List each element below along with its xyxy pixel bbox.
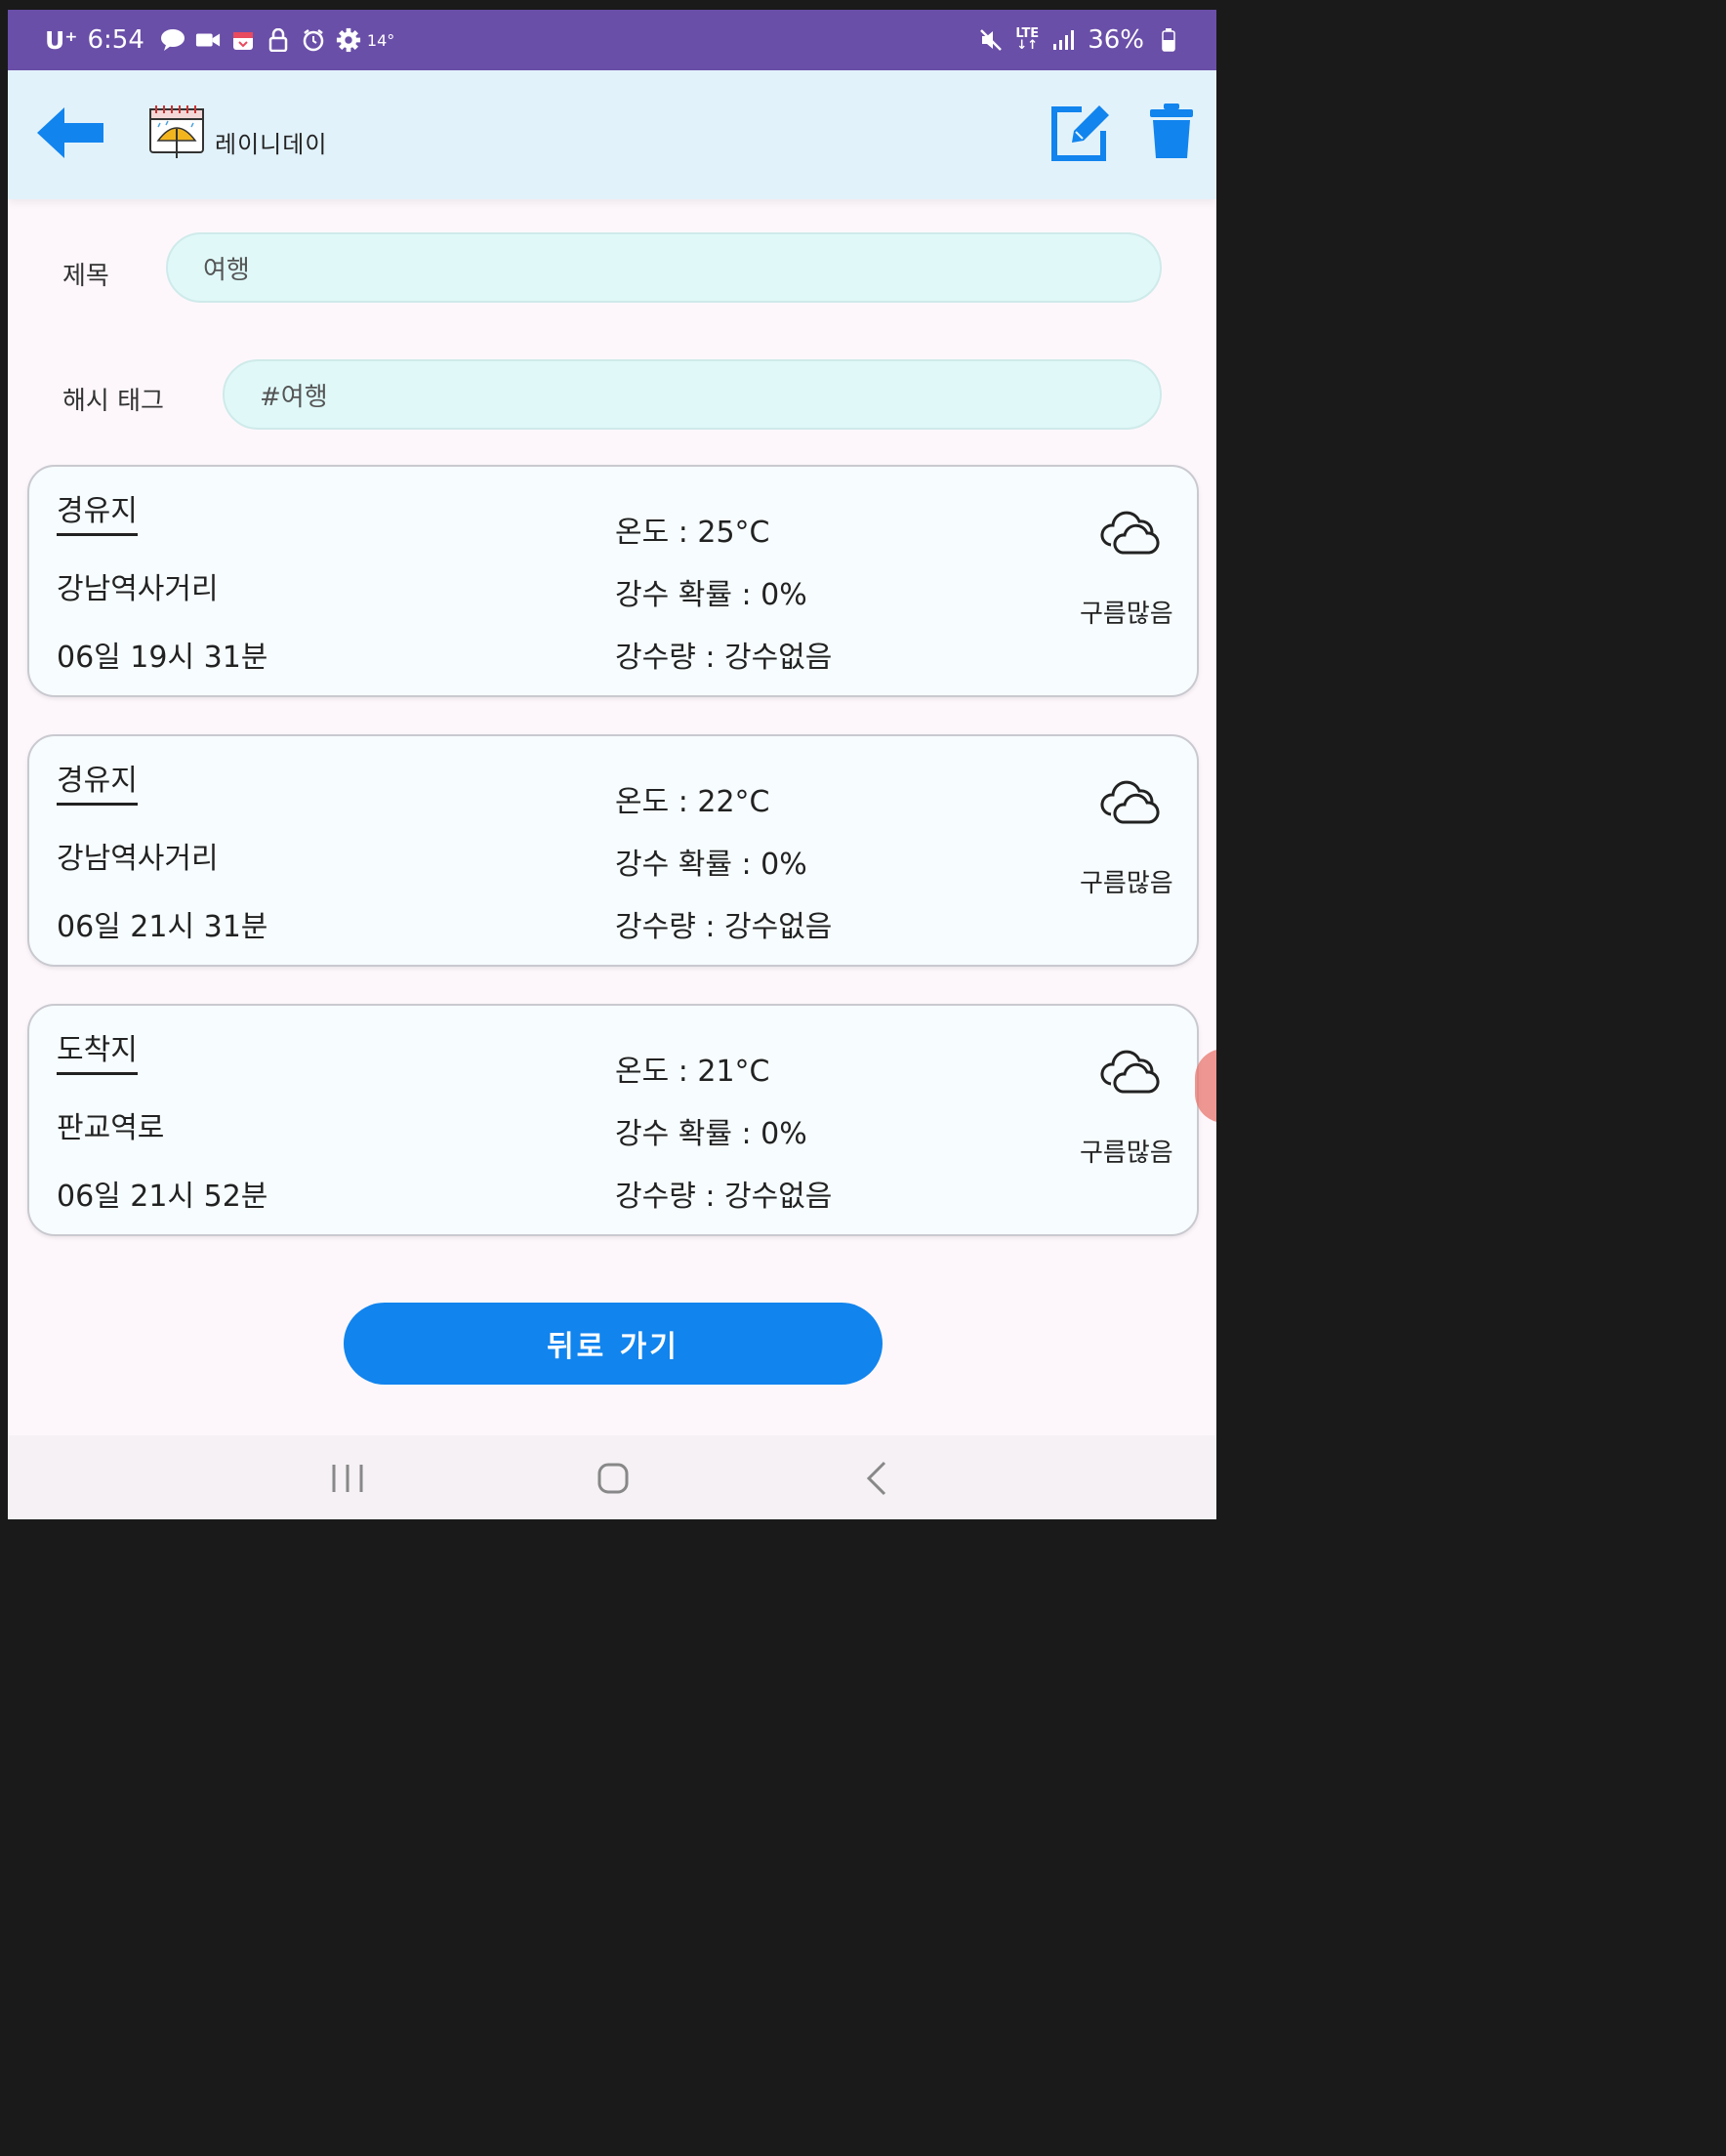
weather-temp: 14° bbox=[366, 30, 395, 50]
system-nav-bar bbox=[8, 1435, 1216, 1519]
cloud-icon bbox=[1100, 1050, 1160, 1094]
alarm-icon bbox=[301, 27, 326, 53]
edit-icon bbox=[1051, 105, 1109, 161]
cloud-icon bbox=[1100, 511, 1160, 555]
title-input[interactable]: 여행 bbox=[166, 232, 1162, 303]
temperature: 온도 : 22°C bbox=[615, 785, 770, 819]
lte-icon: LTE ↓↑ bbox=[1015, 26, 1040, 53]
signal-icon bbox=[1050, 27, 1076, 53]
arrival-time: 06일 21시 31분 bbox=[57, 910, 268, 944]
hashtag-input[interactable]: #여행 bbox=[223, 359, 1162, 430]
battery-icon bbox=[1156, 27, 1181, 53]
rainfall: 강수량 : 강수없음 bbox=[615, 641, 833, 675]
battery-percent: 36% bbox=[1088, 25, 1144, 55]
lock-icon bbox=[266, 27, 291, 53]
app-header: 레이니데이 bbox=[8, 70, 1216, 199]
rain-probability: 강수 확률 : 0% bbox=[615, 578, 807, 612]
stop-type: 경유지 bbox=[57, 486, 138, 536]
weather-condition: 구름많음 bbox=[1080, 869, 1173, 898]
cloud-icon bbox=[1100, 780, 1160, 824]
calendar-icon bbox=[230, 27, 256, 53]
back-arrow-button[interactable] bbox=[35, 104, 105, 162]
status-bar: U⁺ 6:54 14° LTE ↓↑ 36% bbox=[8, 10, 1216, 70]
go-back-button[interactable]: 뒤로 가기 bbox=[344, 1303, 883, 1385]
rainfall: 강수량 : 강수없음 bbox=[615, 1180, 833, 1214]
umbrella-calendar-logo bbox=[148, 105, 205, 160]
title-label: 제목 bbox=[62, 262, 109, 291]
back-arrow-icon bbox=[37, 107, 103, 158]
app-title: 레이니데이 bbox=[215, 131, 328, 158]
place-name: 강남역사거리 bbox=[57, 572, 219, 606]
recent-apps-icon[interactable] bbox=[330, 1463, 365, 1494]
weather-condition: 구름많음 bbox=[1080, 1139, 1173, 1168]
place-name: 판교역로 bbox=[57, 1111, 165, 1145]
carrier-label: U⁺ bbox=[45, 25, 78, 55]
route-weather-card[interactable]: 경유지 강남역사거리 06일 19시 31분 온도 : 25°C 강수 확률 :… bbox=[27, 465, 1199, 697]
mute-icon bbox=[978, 27, 1004, 53]
hashtag-label: 해시 태그 bbox=[62, 387, 164, 416]
place-name: 강남역사거리 bbox=[57, 842, 219, 876]
temperature: 온도 : 21°C bbox=[615, 1055, 770, 1089]
clock-time: 6:54 bbox=[87, 25, 144, 55]
rain-probability: 강수 확률 : 0% bbox=[615, 848, 807, 882]
arrival-time: 06일 19시 31분 bbox=[57, 641, 268, 675]
arrival-time: 06일 21시 52분 bbox=[57, 1180, 268, 1214]
settings-gear-icon bbox=[336, 27, 361, 53]
nav-back-icon[interactable] bbox=[865, 1461, 888, 1496]
chat-icon bbox=[160, 27, 185, 53]
home-icon[interactable] bbox=[597, 1463, 629, 1494]
app-screen: U⁺ 6:54 14° LTE ↓↑ 36% 레이니데이 제목 여행 해시 태그… bbox=[8, 10, 1216, 1519]
stop-type: 도착지 bbox=[57, 1025, 138, 1075]
rain-probability: 강수 확률 : 0% bbox=[615, 1117, 807, 1151]
stop-type: 경유지 bbox=[57, 756, 138, 806]
route-weather-card[interactable]: 도착지 판교역로 06일 21시 52분 온도 : 21°C 강수 확률 : 0… bbox=[27, 1004, 1199, 1236]
weather-condition: 구름많음 bbox=[1080, 600, 1173, 629]
delete-button[interactable] bbox=[1150, 104, 1193, 160]
rainfall: 강수량 : 강수없음 bbox=[615, 910, 833, 944]
route-weather-card[interactable]: 경유지 강남역사거리 06일 21시 31분 온도 : 22°C 강수 확률 :… bbox=[27, 734, 1199, 967]
trash-icon bbox=[1150, 104, 1193, 158]
temperature: 온도 : 25°C bbox=[615, 516, 770, 550]
edit-button[interactable] bbox=[1048, 100, 1113, 164]
video-icon bbox=[195, 27, 221, 53]
